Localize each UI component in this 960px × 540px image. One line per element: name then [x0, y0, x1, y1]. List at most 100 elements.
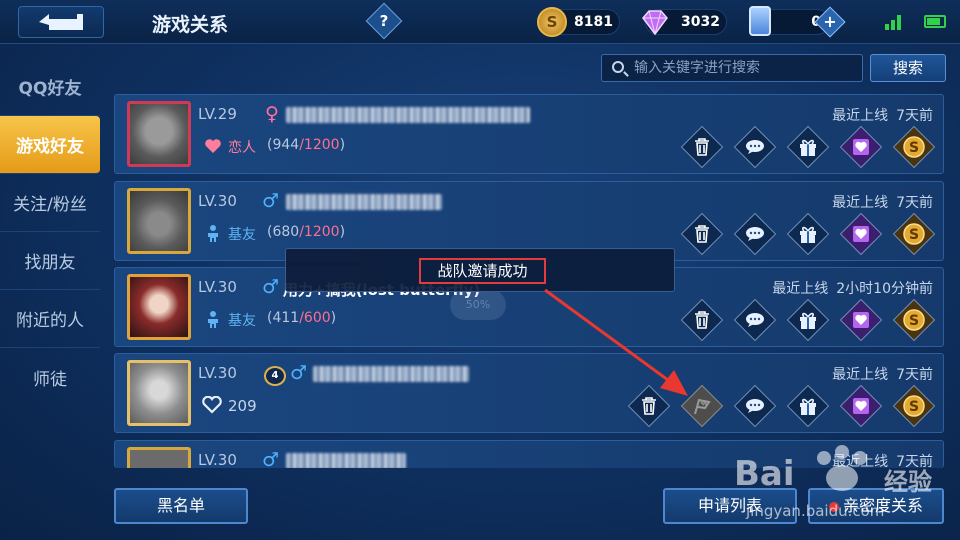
battery-icon — [924, 15, 946, 28]
heart-card-icon — [853, 226, 869, 242]
chat-bubble-icon — [746, 399, 764, 413]
intimacy-card-button[interactable] — [839, 125, 883, 169]
friend-row[interactable]: LV.30 ♂ 最近上线 7天前 — [114, 440, 944, 468]
svg-text:S: S — [909, 399, 919, 415]
search-input[interactable] — [634, 58, 856, 78]
intimacy-card-button[interactable] — [839, 384, 883, 428]
chat-button[interactable] — [733, 384, 777, 428]
sidebar-item-mentor[interactable]: 师徒 — [0, 348, 100, 406]
chat-button[interactable] — [733, 212, 777, 256]
top-bar: 游戏关系 ? S 8181 3032 0 + — [0, 0, 960, 44]
help-button[interactable]: ? — [365, 2, 403, 40]
coin-s-icon: S — [903, 136, 925, 158]
intimacy-card-button[interactable] — [839, 212, 883, 256]
chat-bubble-icon — [746, 313, 764, 327]
level-label: LV.30 — [198, 364, 237, 382]
intimacy-card-button[interactable] — [839, 298, 883, 342]
gift-button[interactable] — [786, 212, 830, 256]
heart-card-icon — [853, 312, 869, 328]
svg-text:S: S — [909, 140, 919, 156]
toast-notification: 战队邀请成功 — [285, 248, 675, 292]
gift-button[interactable] — [786, 384, 830, 428]
gold-coin-button[interactable]: S — [892, 298, 936, 342]
delete-button[interactable] — [680, 212, 724, 256]
coin-s-icon: S — [903, 395, 925, 417]
sidebar-item-game-friends[interactable]: 游戏好友 — [0, 116, 100, 174]
last-online: 最近上线 7天前 — [832, 108, 933, 124]
friend-row[interactable]: LV.29 ♀ 恋人 (944/1200) 最近上线 7天前 S — [114, 94, 944, 174]
sidebar-item-follow-fans[interactable]: 关注/粉丝 — [0, 174, 100, 232]
gift-button[interactable] — [786, 125, 830, 169]
sidebar-item-qq-friends[interactable]: QQ好友 — [0, 58, 100, 116]
sidebar-item-find-friends[interactable]: 找朋友 — [0, 232, 100, 290]
svg-text:S: S — [909, 313, 919, 329]
last-online: 最近上线 7天前 — [832, 367, 933, 383]
intimate-relation-label: 亲密度关系 — [842, 496, 923, 515]
gold-coin-button[interactable]: S — [892, 125, 936, 169]
page-title: 游戏关系 — [152, 14, 229, 36]
faded-progress-badge: 50% — [450, 290, 506, 320]
gift-icon — [800, 139, 816, 156]
add-voucher-button[interactable]: + — [814, 6, 846, 38]
person-icon — [208, 311, 218, 328]
voucher-balance: 0 + — [749, 6, 846, 38]
avatar[interactable] — [127, 447, 191, 468]
gold-coin-button[interactable]: S — [892, 384, 936, 428]
heart-outline-icon — [202, 396, 222, 414]
toast-message: 战队邀请成功 — [419, 258, 546, 284]
back-arrow-icon — [39, 14, 83, 30]
help-icon: ? — [379, 12, 389, 30]
last-online: 最近上线 2小时10分钟前 — [772, 281, 933, 297]
diamond-gem-icon — [642, 10, 668, 36]
gift-icon — [800, 312, 816, 329]
avatar[interactable] — [127, 274, 191, 340]
relation-label: 基友 — [228, 227, 256, 243]
diamond-balance: 3032 — [642, 9, 727, 36]
blurred-player-name — [286, 453, 406, 468]
male-icon: ♂ — [262, 449, 280, 468]
male-icon: ♂ — [262, 190, 280, 212]
coin-s-icon: S — [903, 309, 925, 331]
gift-button[interactable] — [786, 298, 830, 342]
level-label: LV.30 — [198, 192, 237, 210]
svg-text:S: S — [909, 227, 919, 243]
team-invite-button[interactable] — [680, 384, 724, 428]
red-dot-icon — [828, 501, 839, 512]
search-icon — [612, 61, 624, 73]
plus-icon: + — [823, 12, 837, 31]
avatar[interactable] — [127, 188, 191, 254]
coin-balance: S 8181 — [537, 7, 620, 37]
person-icon — [208, 225, 218, 242]
delete-button[interactable] — [680, 298, 724, 342]
gift-icon — [800, 226, 816, 243]
avatar[interactable] — [127, 101, 191, 167]
blacklist-button[interactable]: 黑名单 — [114, 488, 248, 524]
gift-icon — [800, 398, 816, 415]
gold-coin-icon: S — [537, 7, 567, 37]
intimacy-value: (680/1200) — [267, 224, 346, 240]
delete-button[interactable] — [627, 384, 671, 428]
intimate-relation-button[interactable]: 亲密度关系 — [808, 488, 944, 524]
last-online: 最近上线 7天前 — [832, 454, 933, 468]
intimacy-value: (411/600) — [267, 310, 337, 326]
chat-button[interactable] — [733, 125, 777, 169]
trash-icon — [695, 138, 709, 156]
trash-icon — [695, 311, 709, 329]
team-flag-icon — [694, 398, 711, 415]
back-button[interactable] — [18, 6, 104, 38]
blurred-player-name — [286, 107, 530, 123]
request-list-button[interactable]: 申请列表 — [663, 488, 797, 524]
chat-button[interactable] — [733, 298, 777, 342]
level-label: LV.29 — [198, 105, 237, 123]
heart-card-icon — [853, 139, 869, 155]
chat-bubble-icon — [746, 140, 764, 154]
likes-count: 209 — [228, 397, 257, 415]
gold-coin-button[interactable]: S — [892, 212, 936, 256]
friend-row[interactable]: LV.30 4 ♂ 209 最近上线 7天前 S — [114, 353, 944, 433]
sidebar-item-nearby[interactable]: 附近的人 — [0, 290, 100, 348]
search-button[interactable]: 搜索 — [870, 54, 946, 82]
delete-button[interactable] — [680, 125, 724, 169]
coin-amount: 8181 — [574, 14, 613, 30]
avatar[interactable] — [127, 360, 191, 426]
relation-label: 恋人 — [228, 140, 256, 156]
